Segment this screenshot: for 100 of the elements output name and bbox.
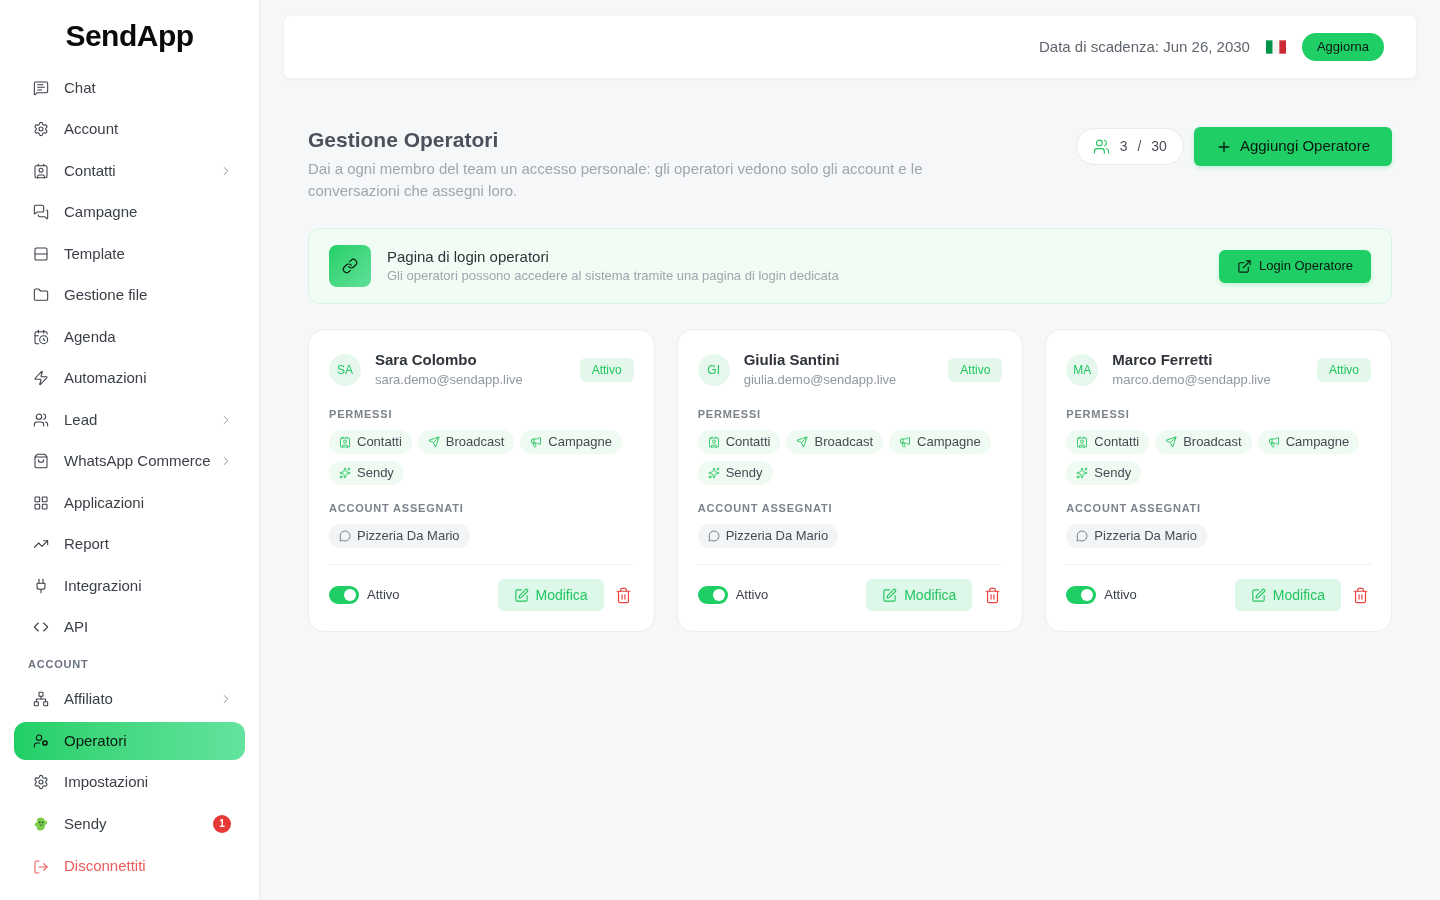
- toggle-label: Attivo: [1104, 586, 1138, 605]
- link-icon: [329, 245, 371, 287]
- sidebar-item[interactable]: Chat: [14, 69, 245, 107]
- sidebar-item[interactable]: Contatti: [14, 152, 245, 190]
- sidebar-item[interactable]: Lead: [14, 401, 245, 439]
- account-chip: Pizzeria Da Mario: [329, 524, 470, 548]
- people-icon: [1092, 138, 1110, 155]
- permission-chip: Sendy: [1066, 461, 1142, 485]
- sidebar-item[interactable]: Operatori: [14, 722, 245, 760]
- account-chip: Pizzeria Da Mario: [1066, 524, 1207, 548]
- megaphone-icon: [899, 436, 911, 448]
- contact-card-icon: [707, 436, 720, 448]
- sidebar-item[interactable]: Affiliato: [14, 680, 245, 718]
- sparkles-icon: [707, 467, 720, 479]
- toggle-label: Attivo: [735, 586, 770, 605]
- sidebar-item[interactable]: Sendy 1: [14, 805, 245, 843]
- speech-bubble-icon: [707, 530, 720, 542]
- banner-title: Pagina di login operatori: [387, 247, 550, 267]
- megaphone-icon: [1267, 436, 1280, 448]
- sidebar-item[interactable]: Automazioni: [14, 359, 245, 397]
- status-badge: Attivo: [948, 358, 1003, 382]
- settings-icon: [33, 121, 49, 138]
- operator-email: marco.demo@sendapp.live: [1112, 371, 1272, 389]
- sidebar-item[interactable]: Agenda: [14, 318, 245, 356]
- flag-icon: [1265, 40, 1286, 54]
- operator-count: 3: [1119, 137, 1128, 156]
- operator-email: giulia.demo@sendapp.live: [743, 371, 898, 389]
- calendar-clock-icon: [33, 328, 49, 345]
- stacked-rows-icon: [33, 245, 49, 262]
- edit-icon: [513, 587, 529, 603]
- permission-chip: Sendy: [329, 461, 404, 485]
- banner-subtitle: Gli operatori possono accedere al sistema tramite una pagina di login dedicata: [387, 267, 840, 285]
- expiry-date: Data di scadenza: Jun 26, 2030: [1038, 36, 1250, 57]
- grid-icon: [33, 494, 49, 511]
- active-toggle[interactable]: [697, 586, 728, 604]
- permission-chip: Campagne: [520, 430, 622, 454]
- folder-icon: [33, 287, 49, 304]
- section-label: ACCOUNT ASSEGNATI: [1066, 501, 1202, 516]
- sidebar-item[interactable]: Campagne: [14, 193, 245, 231]
- edit-icon: [882, 587, 898, 603]
- contact-card-icon: [339, 436, 351, 448]
- speech-bubble-icon: [339, 530, 351, 542]
- permission-chip: Contatti: [1066, 430, 1150, 454]
- paper-plane-icon: [427, 436, 440, 448]
- login-operator-button[interactable]: Login Operatore: [1219, 249, 1371, 283]
- people-icon: [33, 411, 49, 428]
- operator-limit: 30: [1151, 137, 1167, 156]
- operator-name: Sara Colombo: [375, 350, 478, 370]
- sidebar-item[interactable]: Impostazioni: [14, 763, 245, 801]
- contact-card-icon: [1076, 436, 1089, 448]
- add-operator-button[interactable]: Aggiungi Operatore: [1193, 127, 1392, 166]
- page-description: Dai a ogni membro del team un accesso personale: gli operatori vedono solo gli account e le conversazioni che assegni loro.: [308, 159, 924, 201]
- active-toggle[interactable]: [1066, 586, 1097, 604]
- permission-chip: Contatti: [697, 430, 781, 454]
- lightning-icon: [33, 370, 49, 387]
- section-label: PERMESSI: [1066, 407, 1131, 422]
- paper-plane-icon: [1165, 436, 1178, 448]
- sidebar-item[interactable]: Gestione file: [14, 276, 245, 314]
- external-link-icon: [1237, 258, 1253, 274]
- trash-icon: [983, 586, 1001, 604]
- speech-bubbles-icon: [33, 204, 49, 221]
- notification-badge: 1: [213, 814, 231, 833]
- toggle-label: Attivo: [367, 586, 401, 605]
- trash-icon: [615, 586, 633, 604]
- section-label: ACCOUNT ASSEGNATI: [697, 501, 834, 516]
- settings-icon: [33, 774, 49, 791]
- trash-icon: [1352, 586, 1370, 604]
- sidebar-item[interactable]: Integrazioni: [14, 567, 245, 605]
- status-badge: Attivo: [579, 358, 634, 382]
- logout-icon: [33, 858, 49, 875]
- permission-chip: Campagne: [1257, 430, 1360, 454]
- avatar: MA: [1066, 354, 1099, 386]
- section-heading: ACCOUNT: [27, 657, 90, 672]
- speech-bubble-icon: [1076, 530, 1089, 542]
- paper-plane-icon: [796, 436, 809, 448]
- network-icon: [33, 691, 49, 708]
- sparkles-icon: [1076, 467, 1089, 479]
- avatar: SA: [329, 354, 361, 386]
- sidebar-item[interactable]: API: [14, 608, 245, 646]
- edit-icon: [1250, 587, 1266, 603]
- permission-chip: Broadcast: [417, 430, 515, 454]
- sidebar-item[interactable]: Template: [14, 235, 245, 273]
- section-label: PERMESSI: [329, 407, 394, 422]
- page-title: Gestione Operatori: [308, 127, 500, 153]
- sidebar-item[interactable]: Applicazioni: [14, 484, 245, 522]
- active-toggle[interactable]: [329, 586, 359, 604]
- account-chip: Pizzeria Da Mario: [697, 524, 839, 548]
- logo: SendApp: [65, 18, 194, 54]
- operator-name: Marco Ferretti: [1112, 350, 1214, 370]
- upgrade-button[interactable]: Aggiorna: [1301, 33, 1384, 61]
- permission-chip: Broadcast: [1155, 430, 1252, 454]
- sidebar-item[interactable]: Report: [14, 525, 245, 563]
- sidebar-item[interactable]: Account: [14, 110, 245, 148]
- user-gear-icon: [33, 732, 49, 749]
- sidebar-item[interactable]: WhatsApp Commerce: [14, 442, 245, 480]
- plug-icon: [33, 577, 49, 594]
- permission-chip: Sendy: [697, 461, 773, 485]
- status-badge: Attivo: [1316, 358, 1371, 382]
- mascot-icon: [33, 815, 49, 832]
- permission-chip: Contatti: [329, 430, 412, 454]
